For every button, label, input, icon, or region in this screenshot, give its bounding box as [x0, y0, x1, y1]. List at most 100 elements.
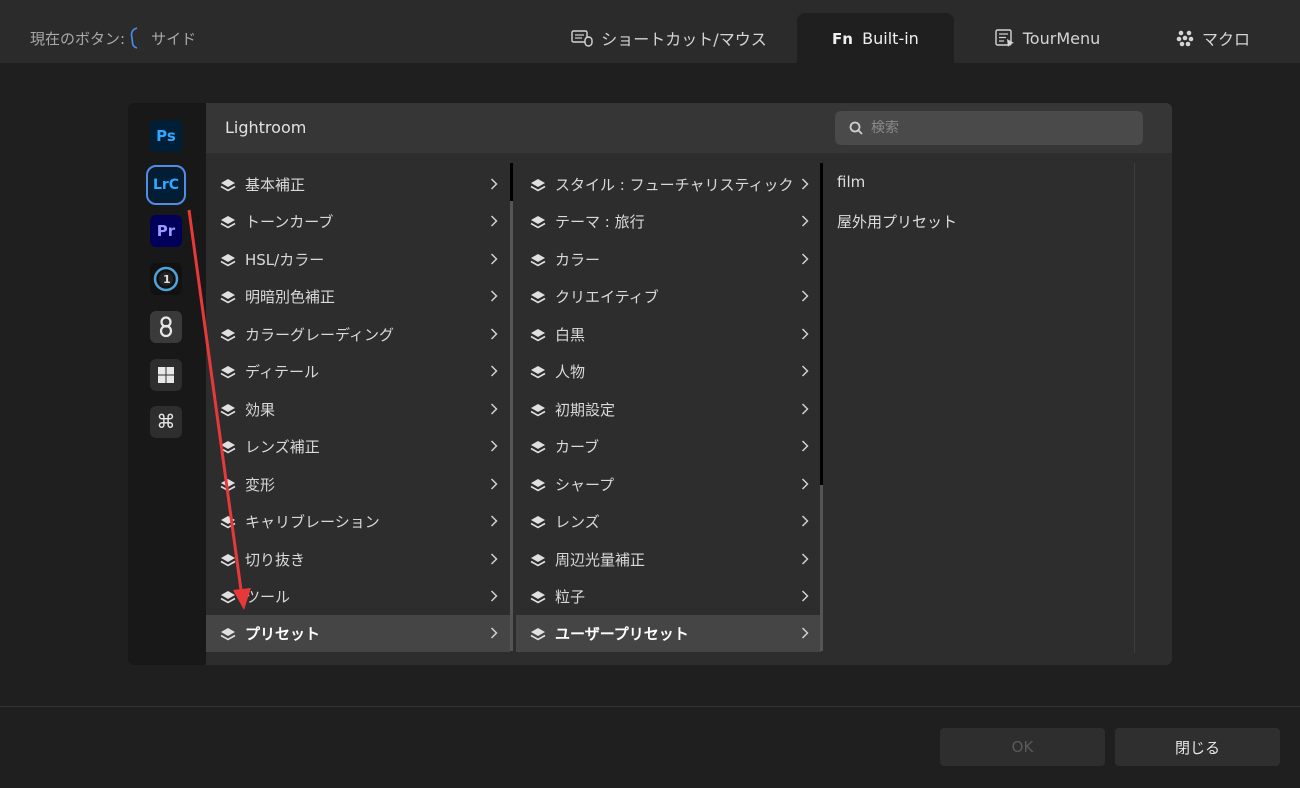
list-item[interactable]: プリセット: [206, 615, 510, 652]
list-item[interactable]: 切り抜き: [206, 541, 510, 578]
layers-icon: [530, 478, 546, 491]
chevron-right-icon: [490, 403, 498, 415]
chevron-right-icon: [801, 553, 809, 565]
close-button[interactable]: 閉じる: [1115, 728, 1280, 766]
column1-scrollbar[interactable]: [510, 201, 513, 651]
chevron-right-icon: [801, 440, 809, 452]
tab-macro[interactable]: マクロ: [1158, 13, 1268, 63]
list-item-label: レンズ補正: [245, 438, 320, 456]
capture-one-icon[interactable]: 1: [150, 263, 182, 295]
list-item[interactable]: ツール: [206, 578, 510, 615]
list-item-label: 基本補正: [245, 176, 306, 194]
layers-icon: [220, 590, 236, 603]
list-item[interactable]: 初期設定: [516, 391, 821, 428]
tab-label: Built-in: [862, 28, 919, 48]
svg-text:Fn: Fn: [832, 30, 853, 46]
layers-icon: [220, 253, 236, 266]
list-item[interactable]: 周辺光量補正: [516, 541, 821, 578]
preset-item[interactable]: 屋外用プリセット: [837, 211, 957, 232]
list-item-label: HSL/カラー: [245, 251, 325, 269]
list-item-label: 効果: [245, 401, 276, 419]
scroll-separator: [820, 163, 823, 485]
list-item[interactable]: カラーグレーディング: [206, 316, 510, 353]
layers-icon: [220, 178, 236, 191]
lightroom-classic-icon[interactable]: LrC: [146, 165, 186, 205]
chevron-right-icon: [801, 365, 809, 377]
list-item[interactable]: クリエイティブ: [516, 278, 821, 315]
list-item[interactable]: 変形: [206, 466, 510, 503]
layers-icon: [220, 403, 236, 416]
premiere-pro-icon[interactable]: Pr: [150, 215, 182, 247]
function-picker-panel: Ps LrC Pr 1 ⌘ Lightroom 基本補正トーンカーブ HSL/カラ…: [128, 103, 1172, 665]
list-item-label: 周辺光量補正: [555, 551, 646, 569]
list-item[interactable]: 白黒: [516, 316, 821, 353]
search-input[interactable]: [869, 119, 1133, 137]
list-item-label: 明暗別色補正: [245, 288, 336, 306]
current-button-label: 現在のボタン:: [30, 29, 126, 48]
davinci-icon[interactable]: [150, 311, 182, 343]
ok-button[interactable]: OK: [940, 728, 1105, 766]
list-item[interactable]: レンズ: [516, 503, 821, 540]
list-item[interactable]: ディテール: [206, 353, 510, 390]
list-item[interactable]: 粒子: [516, 578, 821, 615]
layers-icon: [530, 178, 546, 191]
category-column: 基本補正トーンカーブ HSL/カラー 明暗別色補正カラーグレーディングディテール効果…: [206, 163, 510, 652]
command-icon[interactable]: ⌘: [150, 406, 182, 438]
tab-label: TourMenu: [1022, 28, 1101, 48]
layers-icon: [220, 515, 236, 528]
list-item[interactable]: 効果: [206, 391, 510, 428]
chevron-right-icon: [801, 328, 809, 340]
list-item[interactable]: 人物: [516, 353, 821, 390]
preset-column: film 屋外用プリセット: [827, 163, 1133, 651]
column-divider: [1134, 163, 1135, 653]
list-item-label: カーブ: [555, 438, 600, 456]
chevron-right-icon: [490, 178, 498, 190]
layers-icon: [530, 328, 546, 341]
tab-label: ショートカット/マウス: [601, 30, 767, 49]
chevron-right-icon: [801, 178, 809, 190]
layers-icon: [220, 328, 236, 341]
layers-icon: [530, 515, 546, 528]
layers-icon: [530, 403, 546, 416]
list-item-label: シャープ: [555, 476, 615, 494]
list-item[interactable]: トーンカーブ: [206, 203, 510, 240]
chevron-right-icon: [801, 290, 809, 302]
layers-icon: [530, 290, 546, 303]
current-button-value: サイド: [151, 29, 197, 48]
tab-shortcut-mouse[interactable]: ショートカット/マウス: [558, 13, 780, 63]
list-item-label: クリエイティブ: [555, 288, 659, 306]
chevron-right-icon: [490, 440, 498, 452]
list-item[interactable]: 基本補正: [206, 166, 510, 203]
layers-icon: [220, 365, 236, 378]
list-item[interactable]: スタイル : フューチャリスティック: [516, 166, 821, 203]
list-item[interactable]: カラー: [516, 241, 821, 278]
tab-tourmenu[interactable]: TourMenu: [980, 13, 1115, 63]
list-item-label: ディテール: [245, 363, 319, 381]
top-bar: 現在のボタン: サイド ショートカット/マウス Fn Built-in Tour…: [0, 0, 1300, 63]
chevron-right-icon: [801, 515, 809, 527]
list-item[interactable]: HSL/カラー: [206, 241, 510, 278]
chevron-right-icon: [490, 515, 498, 527]
list-item[interactable]: キャリブレーション: [206, 503, 510, 540]
list-item[interactable]: カーブ: [516, 428, 821, 465]
list-item[interactable]: テーマ : 旅行: [516, 203, 821, 240]
windows-icon[interactable]: [150, 359, 182, 391]
tab-built-in[interactable]: Fn Built-in: [797, 13, 954, 63]
layers-icon: [530, 553, 546, 566]
macro-icon: [1176, 30, 1194, 47]
list-item[interactable]: ユーザープリセット: [516, 615, 821, 652]
list-item-label: キャリブレーション: [245, 513, 380, 531]
search-box[interactable]: [835, 111, 1143, 145]
list-item[interactable]: レンズ補正: [206, 428, 510, 465]
preset-item[interactable]: film: [837, 173, 865, 191]
column2-scrollbar[interactable]: [820, 485, 823, 651]
list-item-label: レンズ: [555, 513, 600, 531]
tab-label: マクロ: [1201, 30, 1250, 49]
photoshop-icon[interactable]: Ps: [150, 120, 182, 152]
list-item[interactable]: 明暗別色補正: [206, 278, 510, 315]
list-item[interactable]: シャープ: [516, 466, 821, 503]
chevron-right-icon: [490, 215, 498, 227]
search-icon: [849, 121, 863, 135]
chevron-right-icon: [490, 478, 498, 490]
layers-icon: [530, 440, 546, 453]
